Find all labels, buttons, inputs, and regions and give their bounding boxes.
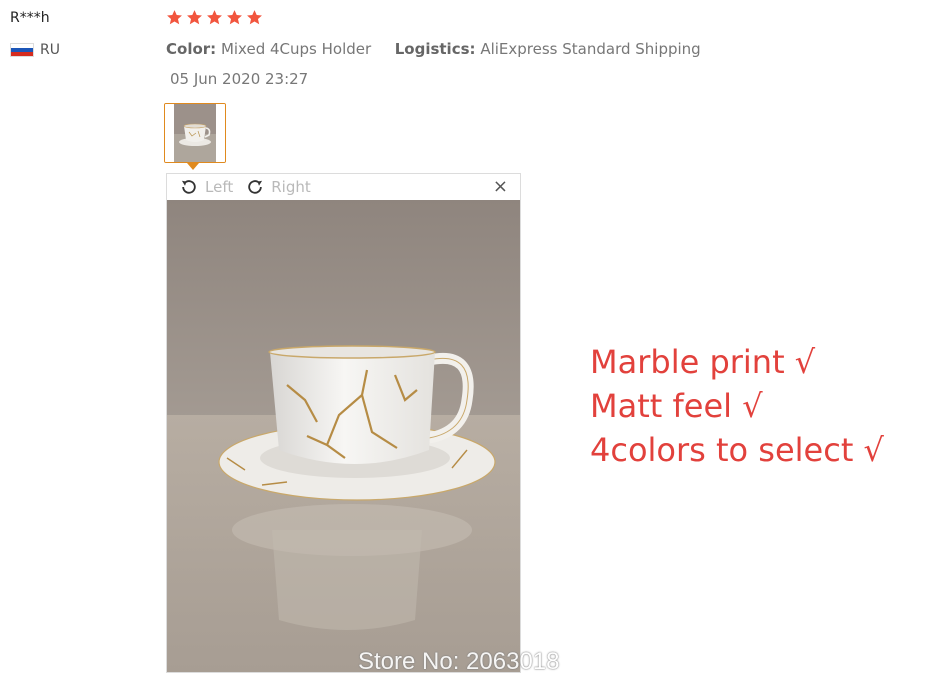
feature-annotation: Marble print √ Matt feel √ 4colors to se… [590,340,884,472]
country-code: RU [40,42,60,58]
star-icon [207,10,222,25]
color-label: Color: [166,40,217,58]
annotation-line-matt: Matt feel √ [590,387,763,425]
rotate-left-button[interactable]: Left [179,177,233,197]
review-photo-thumbnail[interactable] [164,103,226,163]
rotate-left-icon [181,180,196,194]
rotate-left-label: Left [205,178,234,196]
rating-stars [166,9,263,26]
marble-cup-photo [167,200,520,672]
annotation-line-colors: 4colors to select √ [590,431,884,469]
russia-flag-icon [10,43,34,57]
reviewer-country: RU [10,42,60,58]
image-viewer: Left Right × [166,173,521,673]
store-watermark: Store No: 2063018 [358,648,560,675]
star-icon [187,10,202,25]
close-icon[interactable]: × [493,178,508,196]
review-date: 05 Jun 2020 23:27 [170,70,309,88]
star-icon [167,10,182,25]
logistics-label: Logistics: [394,40,476,58]
viewer-toolbar: Left Right × [167,174,520,200]
star-icon [227,10,242,25]
star-icon [247,10,262,25]
rotate-right-label: Right [271,178,311,196]
review-photo [167,200,520,672]
rotate-right-icon [248,180,263,194]
review-meta: Color: Mixed 4Cups Holder Logistics: Ali… [166,40,701,58]
thumbnail-pointer [187,163,199,170]
color-value: Mixed 4Cups Holder [220,40,372,58]
annotation-line-marble: Marble print √ [590,343,816,381]
reviewer-name: R***h [10,10,50,26]
logistics-value: AliExpress Standard Shipping [480,40,701,58]
cup-thumbnail-image [165,104,225,162]
rotate-right-button[interactable]: Right [245,177,311,197]
